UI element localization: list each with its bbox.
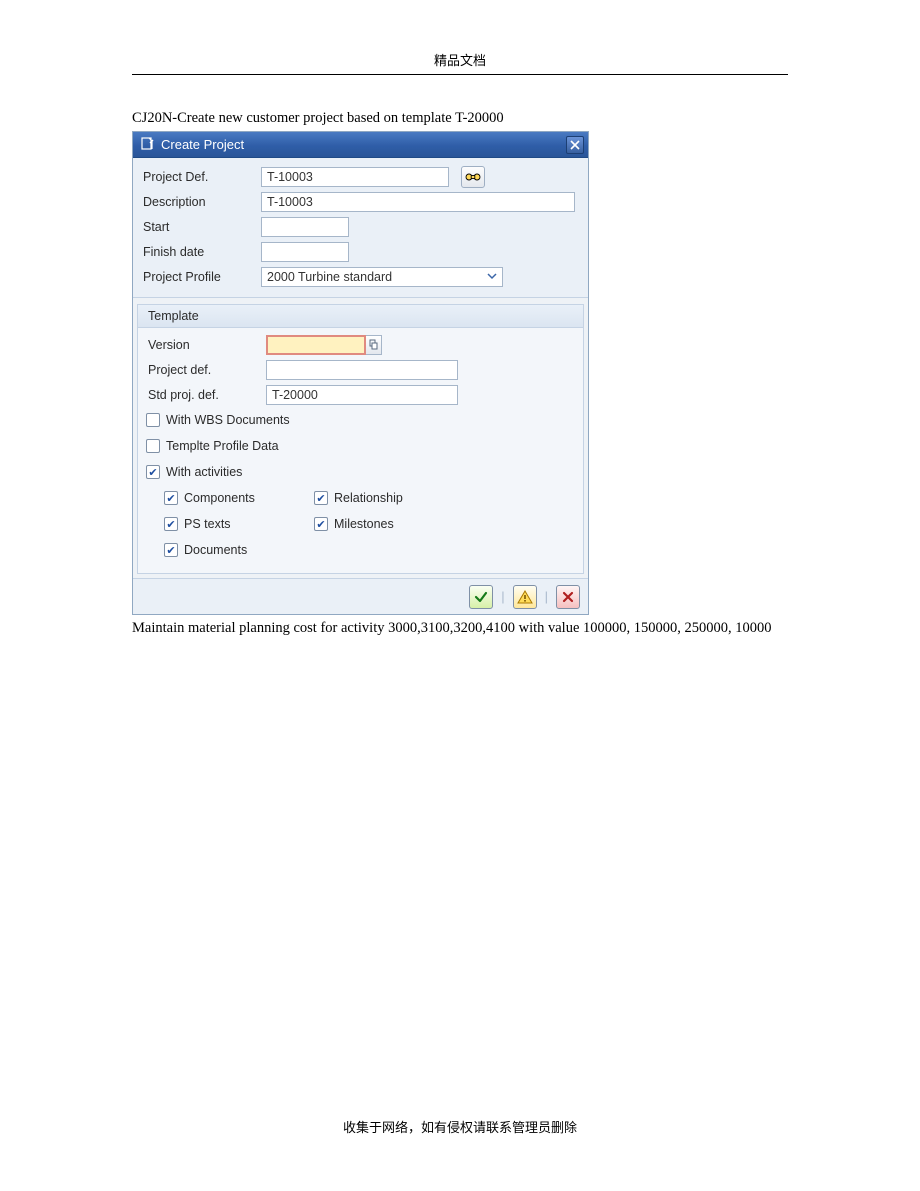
separator: | bbox=[545, 589, 548, 604]
milestones-checkbox[interactable]: ✔ bbox=[314, 517, 328, 531]
components-label: Components bbox=[184, 491, 255, 505]
create-icon bbox=[141, 136, 155, 153]
doc-footer: 收集于网络，如有侵权请联系管理员删除 bbox=[0, 1117, 920, 1136]
chevron-down-icon bbox=[487, 270, 497, 284]
version-f4-button[interactable] bbox=[366, 335, 382, 355]
components-checkbox[interactable]: ✔ bbox=[164, 491, 178, 505]
close-button[interactable] bbox=[566, 136, 584, 154]
template-section: Template Version Project def. Std proj. … bbox=[137, 304, 584, 574]
finish-input[interactable] bbox=[261, 242, 349, 262]
doc-content: CJ20N-Create new customer project based … bbox=[132, 110, 788, 639]
finish-label: Finish date bbox=[141, 245, 261, 259]
stdproj-label: Std proj. def. bbox=[146, 388, 266, 402]
start-label: Start bbox=[141, 220, 261, 234]
cancel-button[interactable] bbox=[556, 585, 580, 609]
warning-button[interactable] bbox=[513, 585, 537, 609]
template-projectdef-label: Project def. bbox=[146, 363, 266, 377]
profile-label: Project Profile bbox=[141, 270, 261, 284]
wbs-documents-checkbox[interactable] bbox=[146, 413, 160, 427]
main-fields-area: Project Def. Description Start Finish da… bbox=[133, 158, 588, 298]
description-label: Description bbox=[141, 195, 261, 209]
version-label: Version bbox=[146, 338, 266, 352]
project-def-input[interactable] bbox=[261, 167, 449, 187]
profile-data-label: Templte Profile Data bbox=[166, 439, 279, 453]
dialog-footer: | | bbox=[133, 578, 588, 614]
profile-data-checkbox[interactable] bbox=[146, 439, 160, 453]
caption-text: CJ20N-Create new customer project based … bbox=[132, 110, 788, 127]
template-projectdef-input[interactable] bbox=[266, 360, 458, 380]
documents-label: Documents bbox=[184, 543, 247, 557]
ok-button[interactable] bbox=[469, 585, 493, 609]
dialog-titlebar: Create Project bbox=[133, 132, 588, 158]
profile-dropdown[interactable]: 2000 Turbine standard bbox=[261, 267, 503, 287]
sap-dialog: Create Project Project Def. Description … bbox=[132, 131, 589, 615]
separator: | bbox=[501, 589, 504, 604]
doc-header: 精品文档 bbox=[132, 50, 788, 75]
description-input[interactable] bbox=[261, 192, 575, 212]
relationship-checkbox[interactable]: ✔ bbox=[314, 491, 328, 505]
relationship-label: Relationship bbox=[334, 491, 403, 505]
binoculars-button[interactable] bbox=[461, 166, 485, 188]
profile-dropdown-value: 2000 Turbine standard bbox=[267, 270, 392, 284]
milestones-label: Milestones bbox=[334, 517, 394, 531]
with-activities-label: With activities bbox=[166, 465, 242, 479]
documents-checkbox[interactable]: ✔ bbox=[164, 543, 178, 557]
wbs-documents-label: With WBS Documents bbox=[166, 413, 290, 427]
version-input[interactable] bbox=[266, 335, 366, 355]
with-activities-checkbox[interactable]: ✔ bbox=[146, 465, 160, 479]
dialog-title: Create Project bbox=[161, 137, 244, 152]
project-def-label: Project Def. bbox=[141, 170, 261, 184]
stdproj-input[interactable] bbox=[266, 385, 458, 405]
start-input[interactable] bbox=[261, 217, 349, 237]
template-section-title: Template bbox=[138, 305, 583, 328]
ps-texts-checkbox[interactable]: ✔ bbox=[164, 517, 178, 531]
post-text: Maintain material planning cost for acti… bbox=[132, 619, 788, 639]
ps-texts-label: PS texts bbox=[184, 517, 231, 531]
